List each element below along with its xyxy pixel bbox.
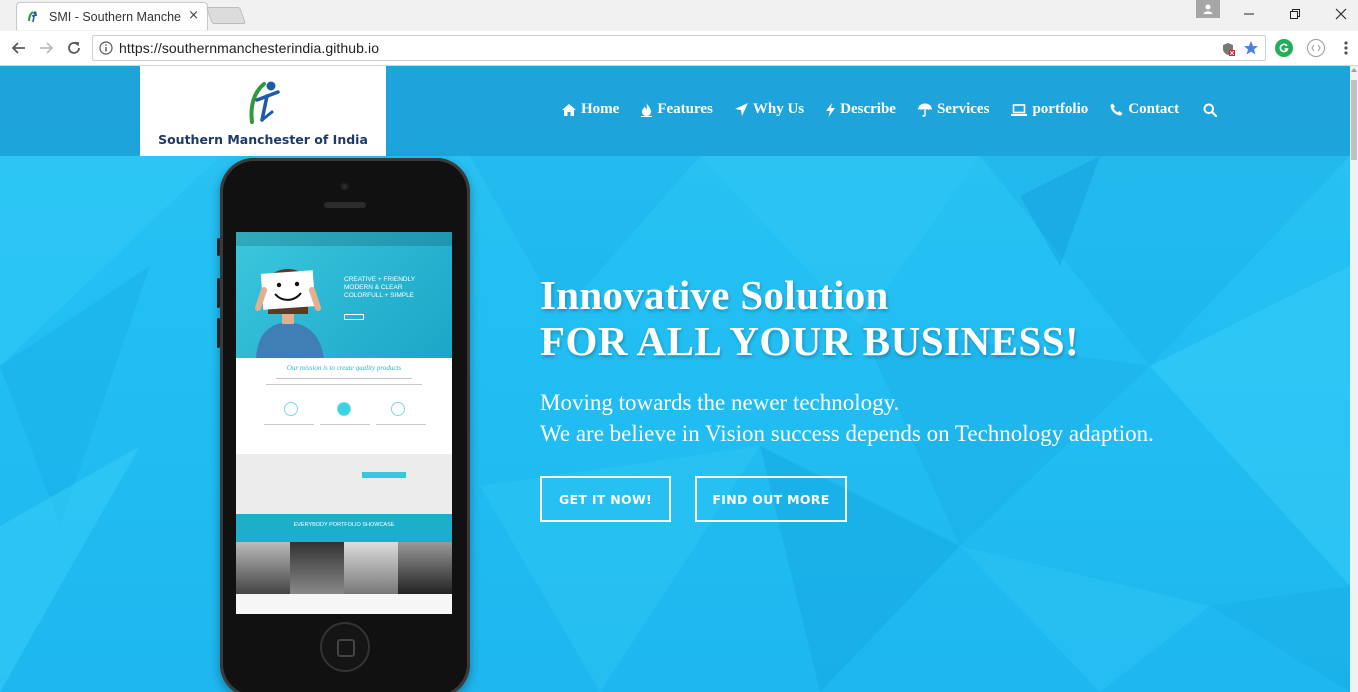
hero-subtitle-line1: Moving towards the newer technology. <box>540 390 900 415</box>
find-out-more-button[interactable]: FIND OUT MORE <box>695 476 847 522</box>
screen-feature-icon <box>284 402 298 416</box>
nav-item-services[interactable]: Services <box>917 101 990 118</box>
logo-text: Southern Manchester of India <box>158 132 368 147</box>
nav-label: Services <box>936 101 990 117</box>
nav-label: Describe <box>840 101 896 117</box>
hero-title-line2: FOR ALL YOUR BUSINESS! <box>540 318 1080 364</box>
screen-photo-strip <box>236 542 452 594</box>
screen-divider <box>376 424 426 425</box>
grammarly-extension-icon[interactable] <box>1275 39 1293 57</box>
nav-label: Contact <box>1128 101 1180 117</box>
screen-nav <box>236 232 452 246</box>
screen-portfolio-banner: EVERYBODY PORTFOLIO SHOWCASE <box>236 514 452 542</box>
reload-icon[interactable] <box>63 37 85 59</box>
scroll-up-icon[interactable] <box>1351 68 1357 72</box>
screen-gray-section <box>236 454 452 514</box>
screen-divider <box>266 384 422 385</box>
scrollbar-thumb[interactable] <box>1351 80 1357 160</box>
logo-mark-icon <box>249 81 280 124</box>
phone-home-button <box>320 622 370 672</box>
umbrella-icon <box>917 103 932 117</box>
get-it-now-button[interactable]: GET IT NOW! <box>540 476 671 522</box>
hero-title: Innovative Solution FOR ALL YOUR BUSINES… <box>540 272 1079 364</box>
nav-search-button[interactable] <box>1203 103 1222 117</box>
flame-icon <box>641 102 653 117</box>
nav-label: Why Us <box>752 101 805 117</box>
screen-hero: CREATIVE + FRIENDLY MODERN & CLEAR COLORFU… <box>236 232 452 358</box>
hero-subtitle-line2: We are believe in Vision success depends… <box>540 421 1154 446</box>
url-text: https://southernmanchesterindia.github.i… <box>119 40 380 56</box>
screen-feature-icon <box>337 402 351 416</box>
screen-photo <box>344 542 398 594</box>
tab-title: SMI - Southern Manchester of India <box>49 9 181 24</box>
screen-footer <box>236 594 452 614</box>
phone-side-button <box>217 318 220 348</box>
screen-button <box>344 314 364 320</box>
site-header: Southern Manchester of India Home Featur… <box>0 66 1350 156</box>
phone-icon <box>1110 103 1123 116</box>
phone-side-button <box>217 238 220 256</box>
phone-side-button <box>217 278 220 308</box>
nav-label: Features <box>657 101 713 117</box>
browser-toolbar: https://southernmanchesterindia.github.i… <box>0 31 1358 66</box>
nav-item-portfolio[interactable]: portfolio <box>1011 101 1088 118</box>
phone-speaker <box>324 202 366 208</box>
screen-divider <box>276 378 412 379</box>
browser-tab[interactable]: SMI - Southern Manchester of India × <box>16 2 208 30</box>
address-bar[interactable]: https://southernmanchesterindia.github.i… <box>92 35 1266 61</box>
laptop-icon <box>1011 103 1028 116</box>
minimize-icon[interactable] <box>1226 0 1272 28</box>
restore-icon[interactable] <box>1272 0 1318 28</box>
screen-photo <box>236 542 290 594</box>
screen-divider <box>264 424 314 425</box>
nav-item-describe[interactable]: Describe <box>826 101 896 118</box>
nav-item-why-us[interactable]: Why Us <box>734 101 805 118</box>
screen-feature-icon <box>391 402 405 416</box>
screen-headline: CREATIVE + FRIENDLY MODERN & CLEAR COLORFU… <box>344 276 416 299</box>
phone-mockup-image: CREATIVE + FRIENDLY MODERN & CLEAR COLORFU… <box>217 158 470 692</box>
hero-title-line1: Innovative Solution <box>540 272 889 318</box>
person-with-smiley-sign-image <box>255 269 324 358</box>
site-info-icon[interactable] <box>93 41 119 55</box>
nav-item-features[interactable]: Features <box>641 101 713 118</box>
site-favicon-icon <box>25 9 41 25</box>
bookmark-star-icon[interactable] <box>1243 40 1259 60</box>
web-page: Southern Manchester of India Home Featur… <box>0 66 1350 692</box>
search-icon <box>1203 103 1218 117</box>
back-icon[interactable] <box>8 37 30 59</box>
main-nav: Home Features Why Us Describe Services p… <box>562 101 1244 118</box>
screen-photo <box>290 542 344 594</box>
location-arrow-icon <box>734 103 748 116</box>
menu-kebab-icon[interactable] <box>1335 37 1357 59</box>
nav-item-home[interactable]: Home <box>562 101 619 118</box>
hero-subtitle: Moving towards the newer technology. We … <box>540 387 1154 449</box>
nav-item-contact[interactable]: Contact <box>1110 101 1179 118</box>
browser-tab-bar: SMI - Southern Manchester of India × <box>0 0 1358 31</box>
profile-icon[interactable] <box>1196 0 1220 18</box>
screen-photo <box>398 542 452 594</box>
new-tab-button[interactable] <box>205 7 247 24</box>
blocked-content-icon[interactable] <box>1221 41 1235 60</box>
nav-label: portfolio <box>1032 101 1089 117</box>
forward-icon[interactable] <box>35 37 57 59</box>
screen-gray-button <box>362 472 406 478</box>
extension-icon[interactable] <box>1307 39 1325 57</box>
phone-camera <box>340 182 349 191</box>
phone-screen: CREATIVE + FRIENDLY MODERN & CLEAR COLORFU… <box>236 232 452 614</box>
bolt-icon <box>826 102 836 117</box>
close-window-icon[interactable] <box>1318 0 1358 28</box>
home-icon <box>562 103 576 116</box>
nav-label: Home <box>581 101 620 117</box>
polygon-background <box>0 156 1350 692</box>
site-logo[interactable]: Southern Manchester of India <box>140 66 386 156</box>
page-scrollbar[interactable] <box>1350 66 1358 692</box>
screen-mission: Our mission is to create quality product… <box>286 364 402 372</box>
tab-close-icon[interactable]: × <box>188 9 199 23</box>
screen-portfolio-title: EVERYBODY PORTFOLIO SHOWCASE <box>293 522 395 528</box>
screen-divider <box>320 424 370 425</box>
